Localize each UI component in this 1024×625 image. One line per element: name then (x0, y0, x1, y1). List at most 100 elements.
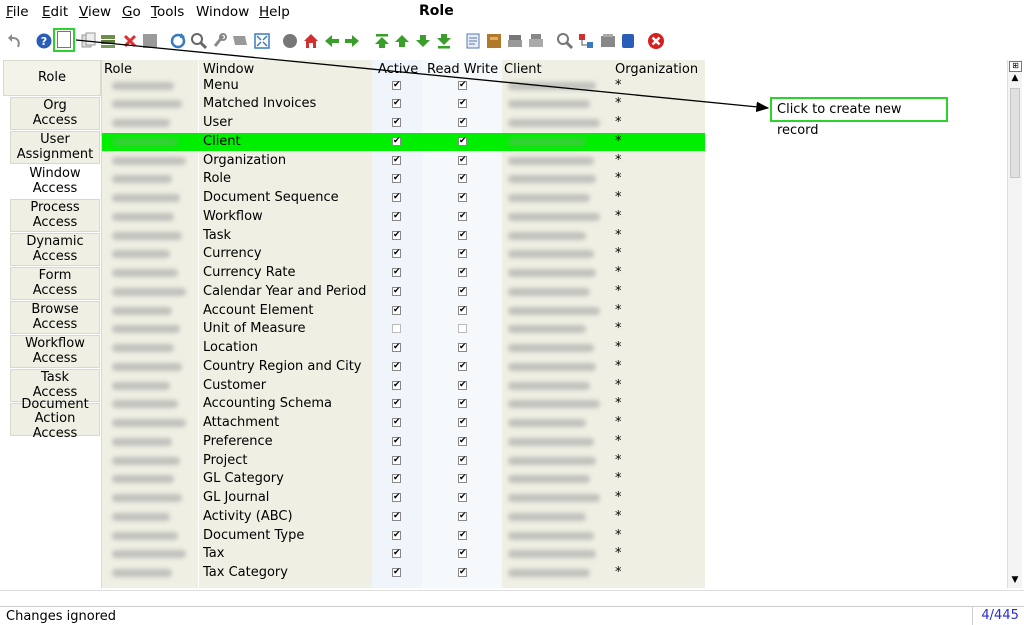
table-row[interactable]: Document Type ✔ ✔ * (102, 527, 705, 546)
request-icon[interactable] (619, 32, 637, 50)
tab-document-action-access[interactable]: Document Action Access (10, 397, 100, 441)
organization-cell[interactable]: * (615, 377, 622, 395)
home-icon[interactable] (302, 32, 320, 50)
table-row[interactable]: Activity (ABC) ✔ ✔ * (102, 508, 705, 527)
client-cell-redacted[interactable] (504, 320, 604, 338)
organization-cell[interactable]: * (615, 489, 622, 507)
menu-file[interactable]: File (6, 4, 29, 20)
close-window-icon[interactable] (647, 32, 665, 50)
client-cell-redacted[interactable] (504, 414, 604, 432)
role-cell-redacted[interactable] (106, 77, 194, 95)
menu-tools[interactable]: Tools (151, 4, 184, 20)
role-cell-redacted[interactable] (106, 414, 194, 432)
table-row[interactable]: Menu ✔ ✔ * (102, 77, 705, 96)
role-cell-redacted[interactable] (106, 170, 194, 188)
window-cell[interactable]: Activity (ABC) (203, 508, 293, 526)
role-cell-redacted[interactable] (106, 339, 194, 357)
table-row[interactable]: Unit of Measure * (102, 320, 705, 339)
table-row[interactable]: Calendar Year and Period ✔ ✔ * (102, 283, 705, 302)
read-write-checkbox[interactable]: ✔ (458, 530, 467, 540)
next-record-icon[interactable] (414, 32, 432, 50)
copy-record-icon[interactable] (80, 32, 98, 50)
table-row[interactable]: Tax Category ✔ ✔ * (102, 564, 705, 583)
read-write-checkbox[interactable]: ✔ (458, 230, 467, 240)
active-checkbox[interactable]: ✔ (392, 249, 401, 259)
column-header-organization[interactable]: Organization (615, 62, 698, 77)
menu-edit[interactable]: Edit (42, 4, 68, 20)
organization-cell[interactable]: * (615, 208, 622, 226)
active-checkbox[interactable] (392, 324, 401, 334)
read-write-checkbox[interactable]: ✔ (458, 99, 467, 109)
save-icon[interactable] (99, 32, 117, 50)
undo-icon[interactable] (6, 32, 24, 50)
read-write-checkbox[interactable]: ✔ (458, 380, 467, 390)
table-row[interactable]: Task ✔ ✔ * (102, 227, 705, 246)
active-checkbox[interactable]: ✔ (392, 99, 401, 109)
read-write-checkbox[interactable]: ✔ (458, 493, 467, 502)
read-write-checkbox[interactable]: ✔ (458, 305, 467, 315)
previous-record-icon[interactable] (393, 32, 411, 50)
window-cell[interactable]: Matched Invoices (203, 95, 316, 113)
role-cell-redacted[interactable] (106, 227, 194, 245)
active-checkbox[interactable]: ✔ (392, 155, 401, 165)
tab-role[interactable]: Role (3, 60, 101, 96)
role-cell-redacted[interactable] (106, 395, 194, 413)
organization-cell[interactable]: * (615, 264, 622, 282)
read-write-checkbox[interactable]: ✔ (458, 193, 467, 202)
organization-cell[interactable]: * (615, 133, 622, 151)
window-cell[interactable]: Location (203, 339, 258, 357)
role-cell-redacted[interactable] (106, 564, 194, 582)
organization-cell[interactable]: * (615, 470, 622, 488)
attachment-icon[interactable] (210, 32, 228, 50)
window-cell[interactable]: Client (203, 133, 241, 151)
vertical-scrollbar[interactable]: ⊞ ▲ ▼ (1007, 60, 1022, 588)
active-checkbox[interactable]: ✔ (392, 193, 401, 202)
organization-cell[interactable]: * (615, 414, 622, 432)
read-write-checkbox[interactable]: ✔ (458, 136, 467, 146)
table-row[interactable]: Attachment ✔ ✔ * (102, 414, 705, 433)
read-write-checkbox[interactable] (458, 324, 467, 334)
client-cell-redacted[interactable] (504, 452, 604, 470)
history-icon[interactable] (281, 32, 299, 50)
table-row[interactable]: GL Category ✔ ✔ * (102, 470, 705, 489)
client-cell-redacted[interactable] (504, 133, 604, 151)
tab-workflow-access[interactable]: Workflow Access (10, 335, 100, 368)
organization-cell[interactable]: * (615, 452, 622, 470)
role-cell-redacted[interactable] (106, 489, 194, 507)
role-cell-redacted[interactable] (106, 208, 194, 226)
window-cell[interactable]: Account Element (203, 302, 313, 320)
window-cell[interactable]: GL Category (203, 470, 284, 488)
print-icon[interactable] (527, 32, 545, 50)
tab-user-assignment[interactable]: User Assignment (10, 131, 100, 164)
tab-window-access[interactable]: Window Access (10, 165, 100, 198)
menu-help[interactable]: Help (259, 4, 290, 20)
read-write-checkbox[interactable]: ✔ (458, 549, 467, 559)
client-cell-redacted[interactable] (504, 245, 604, 263)
organization-cell[interactable]: * (615, 170, 622, 188)
table-row[interactable]: Preference ✔ ✔ * (102, 433, 705, 452)
report-icon[interactable] (464, 32, 482, 50)
client-cell-redacted[interactable] (504, 564, 604, 582)
window-cell[interactable]: Document Sequence (203, 189, 339, 207)
read-write-checkbox[interactable]: ✔ (458, 155, 467, 165)
client-cell-redacted[interactable] (504, 302, 604, 320)
table-row[interactable]: Project ✔ ✔ * (102, 452, 705, 471)
role-cell-redacted[interactable] (106, 283, 194, 301)
window-cell[interactable]: Currency Rate (203, 264, 296, 282)
scroll-down-arrow-icon[interactable]: ▼ (1009, 574, 1021, 586)
role-cell-redacted[interactable] (106, 189, 194, 207)
organization-cell[interactable]: * (615, 189, 622, 207)
active-checkbox[interactable]: ✔ (392, 136, 401, 146)
table-row[interactable]: Organization ✔ ✔ * (102, 152, 705, 171)
read-write-checkbox[interactable]: ✔ (458, 361, 467, 371)
read-write-checkbox[interactable]: ✔ (458, 418, 467, 427)
client-cell-redacted[interactable] (504, 77, 604, 95)
table-row[interactable]: Document Sequence ✔ ✔ * (102, 189, 705, 208)
window-cell[interactable]: Accounting Schema (203, 395, 332, 413)
table-row[interactable]: Currency ✔ ✔ * (102, 245, 705, 264)
grid-options-icon[interactable]: ⊞ (1009, 61, 1022, 72)
client-cell-redacted[interactable] (504, 339, 604, 357)
delete-icon[interactable] (121, 32, 139, 50)
table-row[interactable]: Client ✔ ✔ * (102, 132, 705, 152)
role-cell-redacted[interactable] (106, 358, 194, 376)
